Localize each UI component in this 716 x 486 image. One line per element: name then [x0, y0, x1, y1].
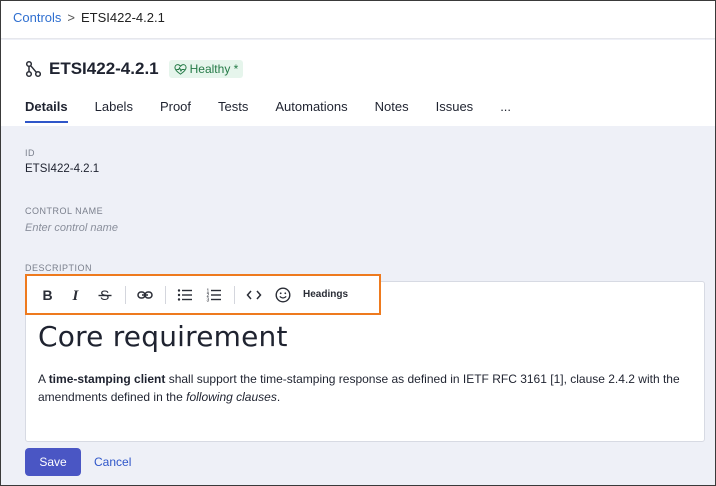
id-value: ETSI422-4.2.1	[25, 163, 100, 175]
hierarchy-icon	[25, 60, 42, 78]
toolbar-divider	[125, 285, 126, 304]
editor-heading: Core requirement	[38, 320, 288, 353]
code-icon[interactable]	[243, 284, 265, 306]
control-name-label: CONTROL NAME	[25, 206, 104, 216]
para-bold: time-stamping client	[48, 372, 166, 386]
editor-content[interactable]: Core requirement A time-stamping client …	[38, 320, 698, 406]
italic-icon[interactable]: I	[65, 284, 87, 306]
tab-bar: Details Labels Proof Tests Automations N…	[25, 99, 538, 123]
svg-text:3: 3	[207, 297, 210, 303]
cancel-button[interactable]: Cancel	[94, 455, 131, 469]
numbered-list-icon[interactable]: 123	[203, 284, 225, 306]
tab-proof[interactable]: Proof	[160, 99, 191, 122]
tab-tests[interactable]: Tests	[218, 99, 248, 122]
breadcrumb-current: ETSI422-4.2.1	[81, 10, 165, 25]
page-header: ETSI422-4.2.1 Healthy * Details Labels P…	[1, 40, 715, 126]
toolbar-divider	[165, 285, 166, 304]
status-badge-label: Healthy *	[189, 62, 239, 76]
emoji-icon[interactable]	[272, 284, 294, 306]
tab-details[interactable]: Details	[25, 99, 68, 123]
tab-automations[interactable]: Automations	[275, 99, 347, 122]
description-label: DESCRIPTION	[25, 263, 93, 273]
svg-text:B: B	[43, 287, 53, 303]
status-badge: Healthy *	[168, 60, 244, 78]
bold-icon[interactable]: B	[36, 284, 58, 306]
svg-text:I: I	[72, 288, 80, 303]
details-panel: ID ETSI422-4.2.1 CONTROL NAME Enter cont…	[1, 126, 715, 485]
para-suffix: .	[276, 390, 281, 404]
tab-labels[interactable]: Labels	[95, 99, 133, 122]
breadcrumb-separator: >	[67, 10, 76, 25]
toolbar-divider	[234, 285, 235, 304]
breadcrumb: Controls > ETSI422-4.2.1	[13, 10, 165, 25]
control-name-input[interactable]: Enter control name	[25, 222, 118, 234]
headings-dropdown[interactable]: Headings	[303, 289, 348, 300]
tab-issues[interactable]: Issues	[436, 99, 474, 122]
editor-toolbar: B I S 123	[25, 274, 381, 315]
page-title: ETSI422-4.2.1	[49, 59, 159, 78]
link-icon[interactable]	[134, 284, 156, 306]
heart-pulse-icon	[174, 63, 187, 75]
para-italic: following clauses	[186, 390, 277, 404]
strikethrough-icon[interactable]: S	[94, 284, 116, 306]
para-prefix: A	[38, 372, 49, 386]
app-window: Controls > ETSI422-4.2.1 ETSI422-4.2.1 H…	[0, 0, 716, 486]
title-row: ETSI422-4.2.1 Healthy *	[25, 59, 244, 79]
editor-paragraph: A time-stamping client shall support the…	[38, 370, 698, 406]
bullet-list-icon[interactable]	[174, 284, 196, 306]
save-button[interactable]: Save	[25, 448, 81, 476]
form-actions: Save Cancel	[25, 448, 131, 476]
tab-notes[interactable]: Notes	[375, 99, 409, 122]
tab-more[interactable]: ...	[500, 99, 511, 122]
id-label: ID	[25, 148, 35, 158]
breadcrumb-controls-link[interactable]: Controls	[13, 10, 61, 25]
top-bar: Controls > ETSI422-4.2.1	[1, 1, 715, 39]
